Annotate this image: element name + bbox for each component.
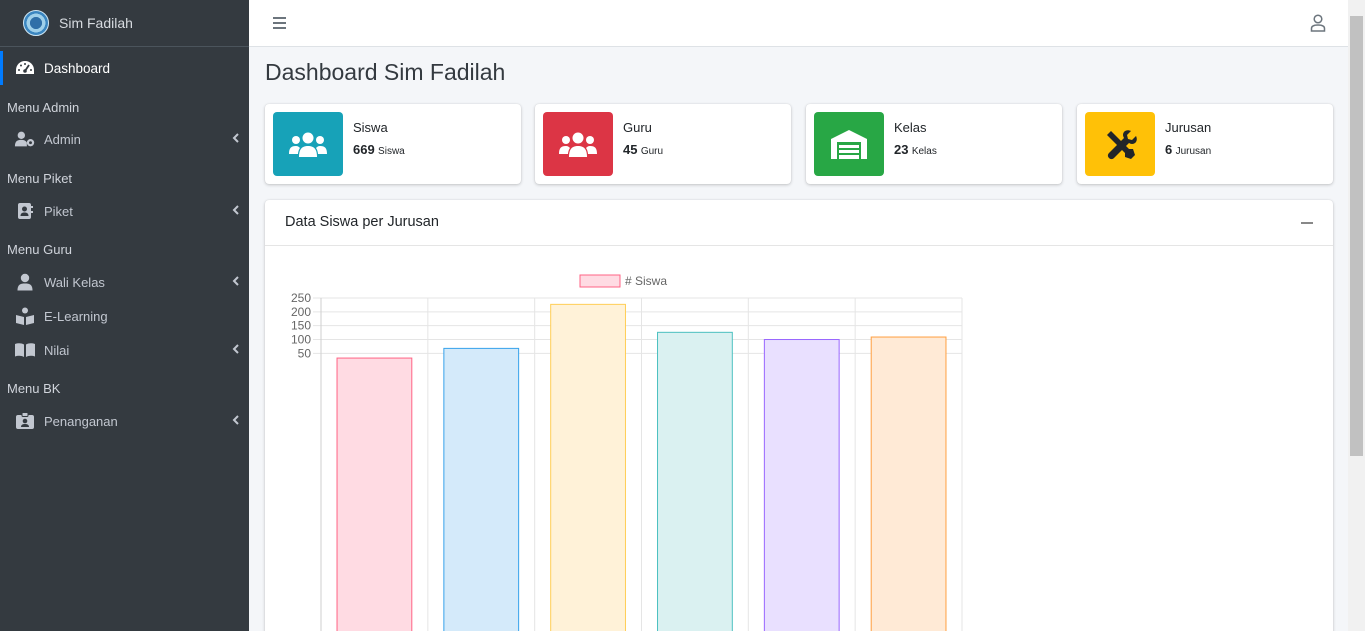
info-box-number: 23 Kelas [894, 142, 937, 157]
sidebar-item-dashboard[interactable]: Dashboard [0, 51, 249, 85]
tachometer-icon [14, 58, 36, 78]
y-tick-label: 150 [291, 319, 311, 333]
nav-header-admin: Menu Admin [7, 100, 80, 115]
y-tick-label: 200 [291, 305, 311, 319]
book-open-icon [14, 340, 36, 360]
sidebar-item-wali-kelas[interactable]: Wali Kelas [0, 267, 249, 297]
chevron-left-icon [232, 133, 239, 143]
info-box-label: Jurusan [1165, 120, 1212, 135]
brand-name: Sim Fadilah [59, 15, 133, 31]
info-box-value: 23 [894, 142, 909, 157]
info-box-number: 669 Siswa [353, 142, 405, 157]
user-icon [14, 272, 36, 292]
users-icon [543, 112, 613, 176]
sidebar-item-label: Admin [44, 131, 81, 147]
page-title: Dashboard Sim Fadilah [265, 59, 506, 85]
sidebar-item-label: Dashboard [44, 60, 111, 76]
nav-header-bk: Menu BK [7, 381, 61, 396]
users-icon [273, 112, 343, 176]
brand-logo [23, 10, 49, 36]
sidebar-item-penanganan[interactable]: Penanganan [0, 406, 249, 436]
info-box-number: 45 Guru [623, 142, 663, 157]
sidebar-item-label: Nilai [44, 342, 70, 358]
book-reader-icon [14, 306, 36, 326]
users-cog-icon [14, 129, 36, 149]
info-box-value: 669 [353, 142, 375, 157]
info-box-siswa: Siswa 669 Siswa [265, 104, 521, 184]
sidebar-item-label: E-Learning [44, 308, 108, 324]
id-badge-icon [14, 411, 36, 431]
chevron-left-icon [232, 344, 239, 354]
info-box-kelas: Kelas 23 Kelas [806, 104, 1062, 184]
address-book-icon [14, 201, 36, 221]
sidebar-item-e-learning[interactable]: E-Learning [0, 301, 249, 331]
info-box-guru: Guru 45 Guru [535, 104, 791, 184]
chart-card: Data Siswa per Jurusan 250 200 150 100 50 # S… [265, 200, 1333, 631]
chevron-left-icon [232, 276, 239, 286]
bar-chart: 25020015010050 # Siswa [291, 274, 963, 631]
brand-link[interactable]: Sim Fadilah [0, 0, 249, 47]
bar [550, 303, 626, 631]
sidebar-item-label: Piket [44, 203, 73, 219]
bar [336, 357, 413, 631]
scrollbar-thumb[interactable] [1350, 16, 1363, 456]
sidebar-item-label: Wali Kelas [44, 274, 105, 290]
bar [443, 347, 520, 631]
info-box-unit: Guru [640, 146, 664, 157]
sidebar-item-label: Penanganan [44, 413, 118, 429]
info-box-unit: Jurusan [1175, 146, 1212, 157]
sidebar-item-admin[interactable]: Admin [0, 124, 249, 154]
info-box-value: 45 [623, 142, 638, 157]
page-scrollbar[interactable] [1348, 0, 1365, 631]
info-box-label: Siswa [353, 120, 388, 135]
bar [657, 331, 733, 631]
tools-icon [1085, 112, 1155, 176]
info-box-value: 6 [1165, 142, 1173, 157]
card-header: Data Siswa per Jurusan [265, 200, 1333, 246]
legend-swatch [579, 274, 621, 288]
card-title: Data Siswa per Jurusan [285, 214, 439, 230]
bar [763, 339, 840, 631]
info-box-jurusan: Jurusan 6 Jurusan [1077, 104, 1333, 184]
y-tick-label: 100 [291, 333, 311, 347]
legend-label: # Siswa [625, 274, 667, 288]
collapse-minus-icon[interactable] [1301, 222, 1313, 224]
info-box-label: Guru [623, 120, 652, 135]
warehouse-icon [814, 112, 884, 176]
top-navbar [249, 0, 1348, 47]
sidebar-item-nilai[interactable]: Nilai [0, 335, 249, 365]
info-box-unit: Siswa [378, 146, 405, 157]
user-menu-icon[interactable] [1310, 14, 1326, 32]
info-box-label: Kelas [894, 120, 927, 135]
chevron-left-icon [232, 415, 239, 425]
sidebar-item-piket[interactable]: Piket [0, 196, 249, 226]
chevron-left-icon [232, 205, 239, 215]
hamburger-menu-icon[interactable] [272, 15, 288, 31]
info-box-number: 6 Jurusan [1165, 142, 1211, 157]
nav-header-guru: Menu Guru [7, 242, 73, 257]
y-tick-label: 50 [298, 346, 312, 360]
info-box-unit: Kelas [911, 146, 937, 157]
sidebar: Sim Fadilah Dashboard Menu Admin Admin M… [0, 0, 249, 631]
nav-header-piket: Menu Piket [7, 171, 73, 186]
y-tick-label: 250 [291, 291, 311, 305]
bar [870, 336, 947, 631]
